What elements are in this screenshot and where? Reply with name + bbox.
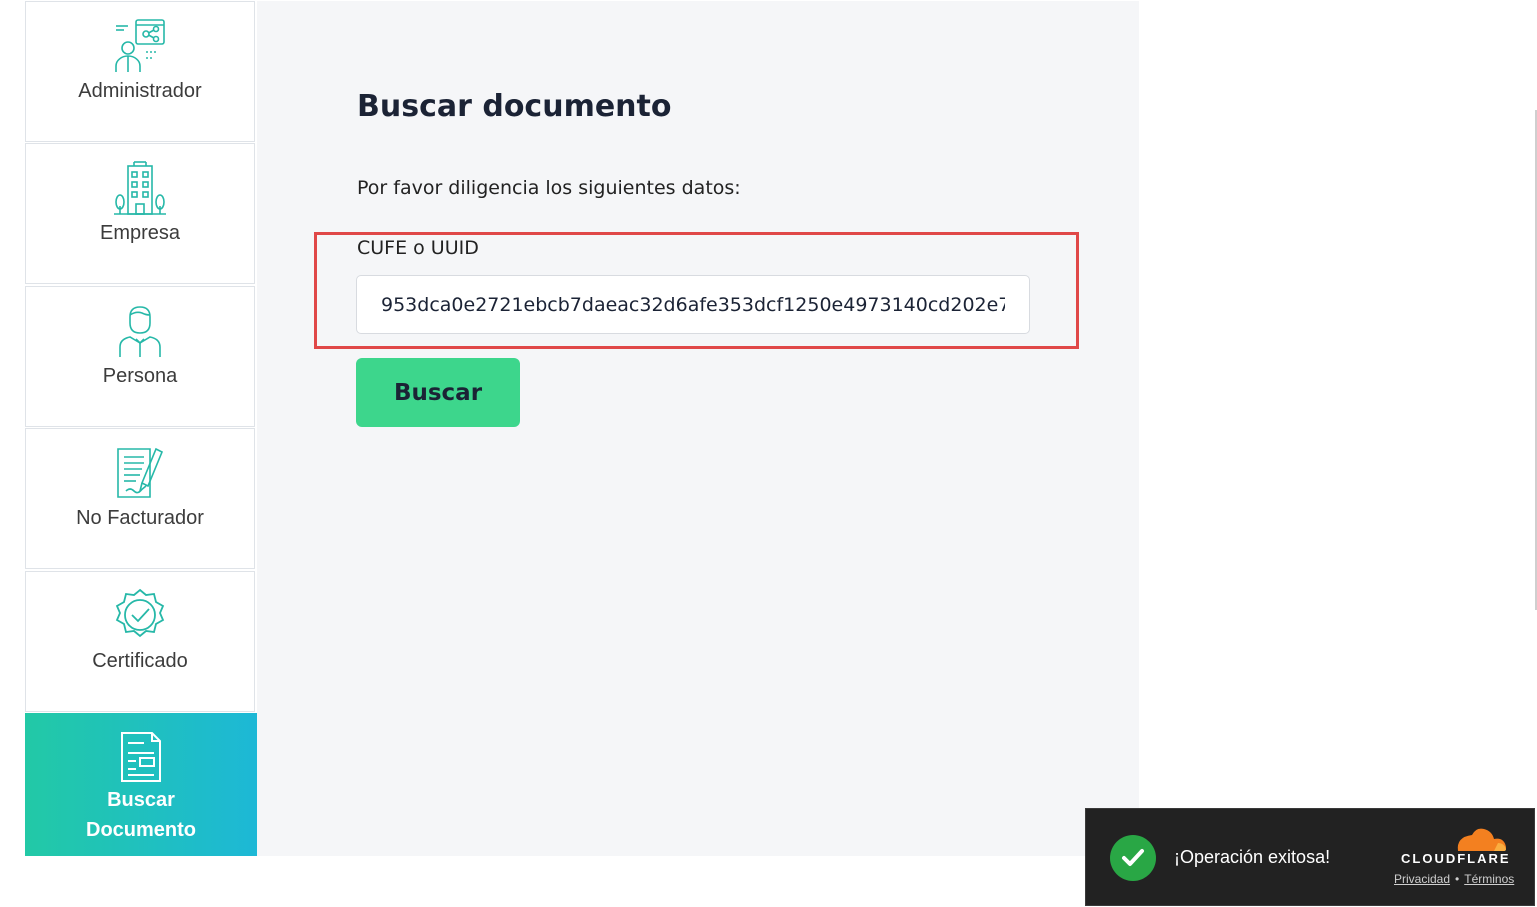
toast-message: ¡Operación exitosa! xyxy=(1174,847,1331,867)
search-button[interactable]: Buscar xyxy=(356,358,520,427)
sidebar-item-label-line1: Buscar xyxy=(107,789,175,811)
terms-link[interactable]: Términos xyxy=(1464,872,1514,886)
sidebar-item-label: No Facturador xyxy=(76,507,204,529)
sidebar-item-label-line2: Documento xyxy=(86,819,196,841)
form-instructions: Por favor diligencia los siguientes dato… xyxy=(357,177,741,199)
privacy-link[interactable]: Privacidad xyxy=(1394,872,1450,886)
cloudflare-brand: CLOUDFLARE xyxy=(1401,851,1511,866)
cloudflare-toast: ¡Operación exitosa! CLOUDFLARE Privacida… xyxy=(1085,808,1535,906)
sidebar-item-persona[interactable]: Persona xyxy=(25,286,255,427)
sidebar-item-buscar-documento[interactable]: Buscar Documento xyxy=(25,713,271,856)
sidebar-item-administrador[interactable]: Administrador xyxy=(25,1,255,142)
page-title: Buscar documento xyxy=(357,89,672,124)
main-panel: Buscar documento Por favor diligencia lo… xyxy=(257,1,1139,856)
sidebar-item-empresa[interactable]: Empresa xyxy=(25,143,255,284)
building-icon xyxy=(112,160,168,216)
sidebar-item-label: Persona xyxy=(102,365,178,387)
link-separator: • xyxy=(1455,872,1460,886)
cufe-input[interactable] xyxy=(356,275,1030,334)
document-pen-icon xyxy=(112,445,168,501)
admin-network-icon xyxy=(112,18,168,74)
certificate-badge-icon xyxy=(112,588,168,644)
sidebar-item-certificado[interactable]: Certificado xyxy=(25,571,255,712)
sidebar-item-label: Empresa xyxy=(99,222,181,244)
toast-links: Privacidad • Términos xyxy=(1394,872,1514,886)
sidebar-item-no-facturador[interactable]: No Facturador xyxy=(25,428,255,569)
sidebar-item-label: Buscar Documento xyxy=(86,785,196,845)
cufe-field-label: CUFE o UUID xyxy=(357,237,479,259)
sidebar-item-label: Certificado xyxy=(92,650,188,672)
document-search-icon xyxy=(113,729,169,785)
sidebar-item-label: Administrador xyxy=(78,80,202,102)
success-check-icon xyxy=(1110,835,1156,881)
sidebar: Administrador Empresa Persona No Factura… xyxy=(25,1,271,856)
person-icon xyxy=(112,303,168,359)
